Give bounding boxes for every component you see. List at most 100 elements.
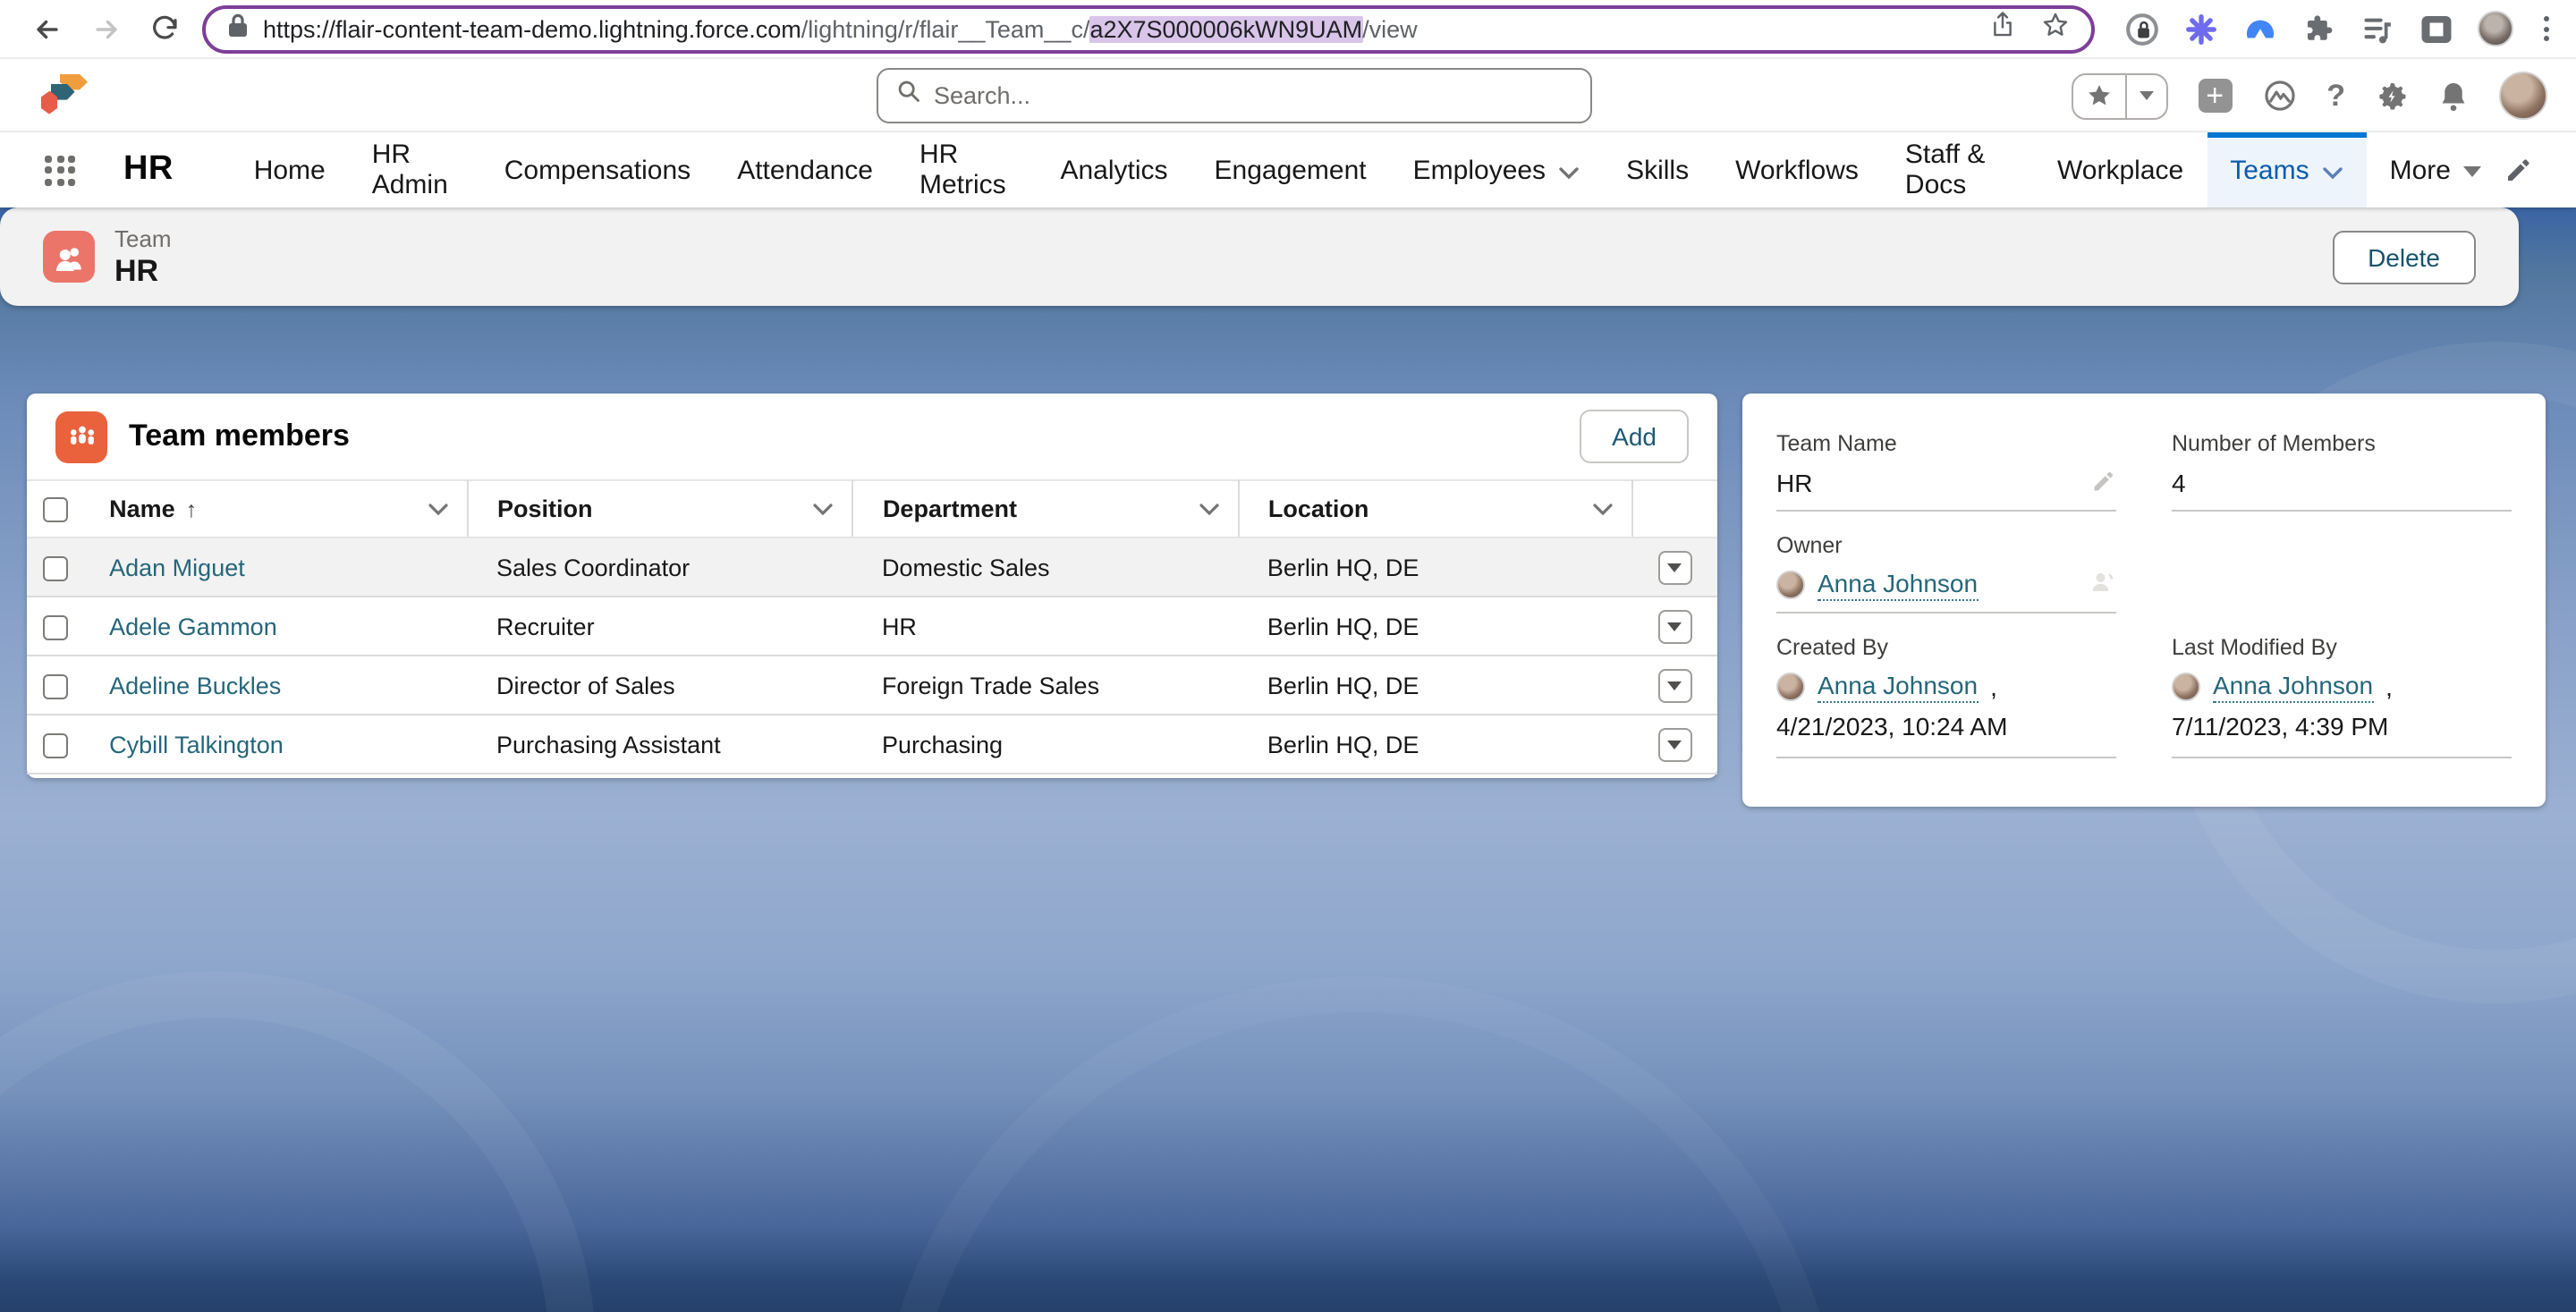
change-owner-icon[interactable] bbox=[2089, 569, 2116, 601]
tab-teams[interactable]: Teams bbox=[2207, 132, 2366, 207]
quick-create-icon[interactable]: + bbox=[2198, 79, 2232, 113]
user-avatar[interactable] bbox=[2499, 72, 2547, 120]
row-actions-button[interactable] bbox=[1658, 609, 1692, 643]
field-team-name: Team Name HR bbox=[1776, 431, 2116, 512]
caret-down-icon bbox=[2463, 166, 2481, 177]
member-name-link[interactable]: Adele Gammon bbox=[109, 613, 277, 639]
edit-navigation-pencil-icon[interactable] bbox=[2504, 156, 2533, 184]
team-members-table: Name↑ Position Department Location bbox=[27, 479, 1717, 775]
row-actions-button[interactable] bbox=[1658, 727, 1692, 761]
browser-toolbar: https://flair-content-team-demo.lightnin… bbox=[0, 0, 2576, 59]
browser-window: https://flair-content-team-demo.lightnin… bbox=[0, 0, 2576, 1312]
team-members-card: Team members Add Name↑ Position bbox=[27, 394, 1717, 778]
chevron-down-icon[interactable] bbox=[1558, 157, 1580, 187]
notifications-bell-icon[interactable] bbox=[2438, 80, 2469, 112]
bookmark-star-icon[interactable] bbox=[2041, 10, 2070, 47]
record-type-label: Team bbox=[114, 226, 172, 251]
nav-tabs: Home HR Admin Compensations Attendance H… bbox=[231, 132, 2504, 207]
team-name-value: HR bbox=[1776, 469, 2079, 497]
chevron-down-icon[interactable] bbox=[428, 495, 449, 522]
owner-avatar bbox=[1776, 571, 1805, 599]
help-icon[interactable]: ? bbox=[2326, 78, 2345, 114]
browser-profile-avatar[interactable] bbox=[2478, 11, 2513, 47]
team-members-icon bbox=[55, 411, 107, 462]
row-checkbox[interactable] bbox=[43, 732, 68, 758]
record-header-card: Team HR Delete bbox=[0, 207, 2519, 306]
search-input[interactable] bbox=[934, 82, 1572, 109]
app-launcher-icon[interactable] bbox=[39, 149, 80, 190]
tab-engagement[interactable]: Engagement bbox=[1191, 132, 1390, 207]
member-name-link[interactable]: Adeline Buckles bbox=[109, 672, 281, 698]
tab-analytics[interactable]: Analytics bbox=[1037, 132, 1191, 207]
member-position: Purchasing Assistant bbox=[468, 715, 853, 774]
global-header: + ? bbox=[0, 59, 2576, 132]
select-all-checkbox[interactable] bbox=[43, 497, 68, 522]
asterisk-extension-icon[interactable] bbox=[2182, 11, 2218, 47]
tab-home[interactable]: Home bbox=[231, 132, 349, 207]
row-checkbox[interactable] bbox=[43, 673, 68, 698]
modified-by-avatar bbox=[2172, 673, 2200, 701]
created-by-avatar bbox=[1776, 673, 1805, 701]
favorites-dropdown-icon[interactable] bbox=[2124, 74, 2165, 117]
record-details-card: Team Name HR Number of Members 4 Owner A… bbox=[1742, 394, 2546, 807]
modified-date: 7/11/2023, 4:39 PM bbox=[2172, 712, 2512, 748]
tab-staff-docs[interactable]: Staff & Docs bbox=[1882, 132, 2034, 207]
column-header-department[interactable]: Department bbox=[853, 480, 1239, 537]
setup-gear-icon[interactable] bbox=[2376, 80, 2408, 112]
member-location: Berlin HQ, DE bbox=[1239, 715, 1633, 774]
password-manager-icon[interactable] bbox=[2123, 11, 2159, 47]
row-checkbox[interactable] bbox=[43, 614, 68, 639]
back-button[interactable] bbox=[25, 7, 68, 50]
sort-ascending-icon: ↑ bbox=[186, 496, 198, 521]
address-bar[interactable]: https://flair-content-team-demo.lightnin… bbox=[202, 4, 2095, 53]
tab-more[interactable]: More bbox=[2367, 132, 2504, 207]
browser-menu-icon[interactable] bbox=[2537, 13, 2556, 45]
table-header-row: Name↑ Position Department Location bbox=[27, 480, 1717, 537]
add-button[interactable]: Add bbox=[1580, 410, 1689, 463]
row-actions-button[interactable] bbox=[1658, 550, 1692, 584]
forward-button[interactable] bbox=[84, 7, 127, 50]
chevron-down-icon[interactable] bbox=[813, 495, 835, 522]
chevron-down-icon[interactable] bbox=[1593, 495, 1614, 522]
extensions-puzzle-icon[interactable] bbox=[2301, 11, 2336, 47]
vpn-extension-icon[interactable] bbox=[2241, 11, 2277, 47]
tab-employees[interactable]: Employees bbox=[1390, 132, 1603, 207]
column-header-location[interactable]: Location bbox=[1239, 480, 1633, 537]
tab-hr-metrics[interactable]: HR Metrics bbox=[896, 132, 1037, 207]
guidance-center-icon[interactable] bbox=[2262, 79, 2296, 113]
edit-pencil-icon[interactable] bbox=[2091, 468, 2116, 498]
chevron-down-icon[interactable] bbox=[2322, 157, 2343, 187]
tab-hr-admin[interactable]: HR Admin bbox=[349, 132, 481, 207]
tab-skills[interactable]: Skills bbox=[1603, 132, 1712, 207]
member-name-link[interactable]: Adan Miguet bbox=[109, 554, 245, 580]
global-search[interactable] bbox=[877, 68, 1592, 123]
field-label: Number of Members bbox=[2172, 431, 2512, 456]
share-icon[interactable] bbox=[1989, 10, 2016, 47]
member-name-link[interactable]: Cybill Talkington bbox=[109, 731, 284, 758]
sidebar-extension-icon[interactable] bbox=[2419, 11, 2454, 47]
owner-link[interactable]: Anna Johnson bbox=[1818, 569, 1978, 601]
row-actions-button[interactable] bbox=[1658, 668, 1692, 702]
row-checkbox[interactable] bbox=[43, 555, 68, 580]
record-identity: Team HR bbox=[114, 226, 172, 287]
created-by-link[interactable]: Anna Johnson bbox=[1818, 671, 1978, 703]
lock-icon[interactable] bbox=[227, 12, 249, 46]
favorites-button[interactable] bbox=[2071, 72, 2167, 119]
flair-logo[interactable] bbox=[39, 73, 91, 127]
delete-button[interactable]: Delete bbox=[2332, 230, 2476, 284]
reload-button[interactable] bbox=[143, 7, 186, 50]
column-header-name[interactable]: Name↑ bbox=[80, 480, 468, 537]
field-label: Last Modified By bbox=[2172, 635, 2512, 660]
field-label: Team Name bbox=[1776, 431, 2116, 456]
tab-workflows[interactable]: Workflows bbox=[1712, 132, 1882, 207]
member-position: Recruiter bbox=[468, 597, 853, 656]
tab-compensations[interactable]: Compensations bbox=[481, 132, 714, 207]
tab-workplace[interactable]: Workplace bbox=[2034, 132, 2207, 207]
playlist-extension-icon[interactable] bbox=[2360, 11, 2395, 47]
column-header-position[interactable]: Position bbox=[468, 480, 853, 537]
favorite-star-icon[interactable] bbox=[2072, 74, 2124, 117]
member-department: Purchasing bbox=[853, 715, 1239, 774]
tab-attendance[interactable]: Attendance bbox=[714, 132, 896, 207]
modified-by-link[interactable]: Anna Johnson bbox=[2213, 671, 2373, 703]
chevron-down-icon[interactable] bbox=[1199, 495, 1220, 522]
